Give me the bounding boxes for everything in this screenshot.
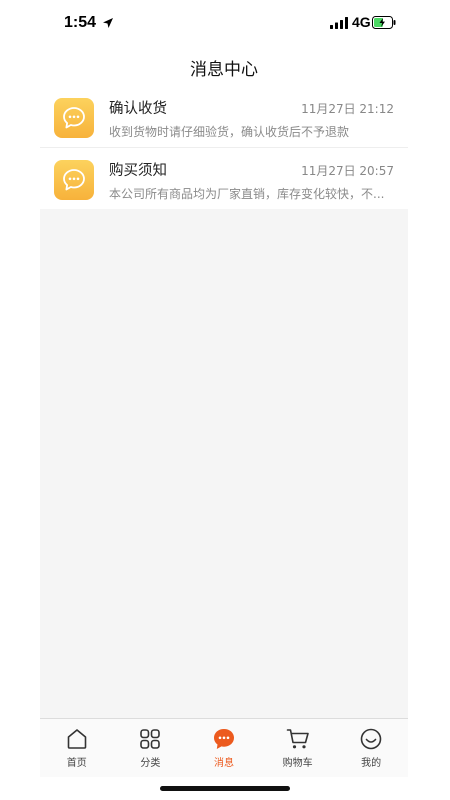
tab-cart[interactable]: 购物车 — [261, 719, 335, 777]
message-time: 11月27日 20:57 — [301, 164, 394, 178]
grid-icon — [140, 729, 161, 749]
battery-charging-icon — [372, 16, 396, 29]
tab-label: 首页 — [66, 758, 87, 769]
chat-bubble-icon — [54, 160, 94, 200]
tab-label: 我的 — [361, 758, 382, 769]
tab-label: 分类 — [140, 758, 161, 769]
tab-profile[interactable]: 我的 — [334, 719, 408, 777]
message-preview: 收到货物时请仔细验货，确认收货后不予退款 — [109, 125, 350, 139]
chat-bubble-icon — [54, 98, 94, 138]
message-item-confirm-receipt[interactable]: 确认收货 11月27日 21:12 收到货物时请仔细验货，确认收货后不予退款 — [40, 86, 408, 147]
location-arrow-icon — [103, 18, 113, 28]
home-icon — [67, 729, 87, 749]
message-preview: 本公司所有商品均为厂家直销，库存变化较快，不... — [109, 187, 385, 201]
message-time: 11月27日 21:12 — [301, 102, 394, 116]
message-icon — [213, 729, 234, 749]
network-label: 4G — [352, 14, 371, 30]
tab-messages[interactable]: 消息 — [187, 719, 261, 777]
cart-icon — [286, 729, 309, 749]
status-bar: 1:54 4G — [0, 0, 450, 46]
page-title: 消息中心 — [190, 60, 258, 80]
tab-label: 消息 — [213, 758, 234, 769]
smiley-icon — [360, 728, 382, 750]
tab-label: 购物车 — [282, 758, 313, 769]
home-indicator — [160, 786, 290, 791]
navigation-header: 消息中心 — [40, 46, 408, 86]
message-content-area: 确认收货 11月27日 21:12 收到货物时请仔细验货，确认收货后不予退款 购… — [40, 86, 408, 718]
message-title: 购买须知 — [109, 163, 167, 179]
signal-icon — [330, 17, 348, 29]
message-list: 确认收货 11月27日 21:12 收到货物时请仔细验货，确认收货后不予退款 购… — [40, 86, 408, 209]
status-time: 1:54 — [64, 14, 97, 31]
message-title: 确认收货 — [109, 101, 167, 117]
bottom-tab-bar: 首页 分类 消息 购物车 我的 — [40, 718, 408, 777]
tab-category[interactable]: 分类 — [114, 719, 188, 777]
message-item-purchase-notice[interactable]: 购买须知 11月27日 20:57 本公司所有商品均为厂家直销，库存变化较快，不… — [40, 147, 408, 209]
tab-home[interactable]: 首页 — [40, 719, 114, 777]
